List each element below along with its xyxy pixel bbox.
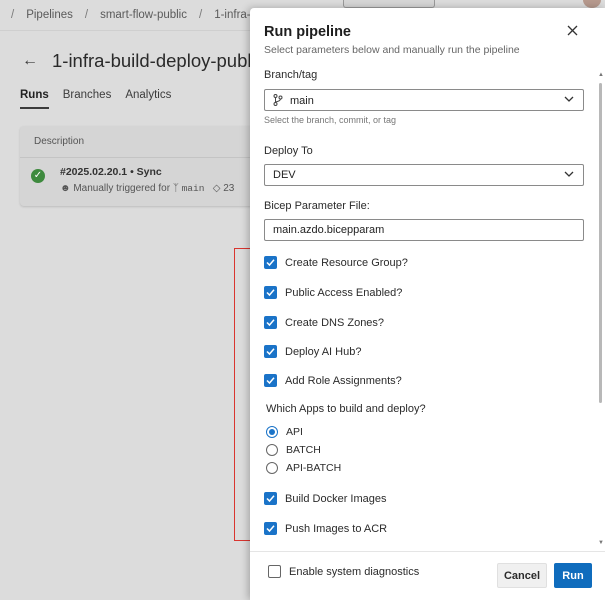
header-search-box[interactable] bbox=[343, 0, 435, 8]
branch-hint: Select the branch, commit, or tag bbox=[264, 115, 397, 125]
breadcrumb-separator: / bbox=[84, 9, 89, 21]
checkbox-checked-icon[interactable] bbox=[264, 345, 277, 358]
checkbox-enable-diagnostics[interactable]: Enable system diagnostics bbox=[268, 565, 419, 578]
radio-label: API bbox=[286, 426, 303, 438]
checkbox-build-docker-images[interactable]: Build Docker Images bbox=[264, 492, 387, 505]
radio-selected-icon[interactable] bbox=[266, 426, 278, 438]
branch-value: main bbox=[290, 95, 314, 107]
checkbox-checked-icon[interactable] bbox=[264, 256, 277, 269]
branch-select[interactable]: main bbox=[264, 89, 584, 111]
branch-icon: ᛉ bbox=[172, 183, 179, 194]
table-row[interactable]: ✓ #2025.02.20.1 • Sync ☻ Manually trigge… bbox=[20, 158, 260, 204]
checkbox-checked-icon[interactable] bbox=[264, 374, 277, 387]
deploy-value: DEV bbox=[273, 169, 296, 181]
radio-api[interactable]: API bbox=[266, 426, 303, 438]
run-trigger: Manually triggered for bbox=[73, 183, 171, 194]
tab-analytics[interactable]: Analytics bbox=[125, 89, 171, 101]
radio-api-batch[interactable]: API-BATCH bbox=[266, 462, 341, 474]
deploy-label: Deploy To bbox=[264, 145, 313, 157]
checkbox-checked-icon[interactable] bbox=[264, 522, 277, 535]
radio-label: BATCH bbox=[286, 444, 321, 456]
scrollbar-thumb[interactable] bbox=[599, 83, 602, 403]
page-title-text: 1-infra-build-deploy-public bbox=[52, 50, 265, 71]
checkbox-label: Push Images to ACR bbox=[285, 522, 388, 535]
tab-runs[interactable]: Runs bbox=[20, 89, 49, 109]
breadcrumb-item-pipelines[interactable]: Pipelines bbox=[26, 9, 73, 21]
checkbox-label: Add Role Assignments? bbox=[285, 374, 402, 387]
chevron-down-icon bbox=[564, 96, 574, 102]
checkbox-checked-icon[interactable] bbox=[264, 492, 277, 505]
apps-group-label: Which Apps to build and deploy? bbox=[266, 403, 426, 415]
chevron-down-icon bbox=[564, 171, 574, 177]
checkbox-create-resource-group[interactable]: Create Resource Group? bbox=[264, 256, 408, 269]
panel-footer: Enable system diagnostics Cancel Run bbox=[250, 551, 605, 600]
breadcrumb-item-project[interactable]: smart-flow-public bbox=[100, 9, 187, 21]
scroll-down-icon[interactable]: ▼ bbox=[598, 540, 604, 546]
checkbox-add-role-assignments[interactable]: Add Role Assignments? bbox=[264, 374, 402, 387]
close-icon[interactable] bbox=[565, 25, 579, 39]
breadcrumb-separator: / bbox=[199, 9, 203, 21]
checkbox-public-access[interactable]: Public Access Enabled? bbox=[264, 286, 402, 299]
checkbox-label: Public Access Enabled? bbox=[285, 286, 403, 299]
checkbox-label: Enable system diagnostics bbox=[289, 565, 420, 578]
branch-icon bbox=[273, 94, 283, 109]
tab-branches[interactable]: Branches bbox=[63, 89, 112, 101]
breadcrumb-separator: / bbox=[11, 9, 15, 21]
radio-unselected-icon[interactable] bbox=[266, 444, 278, 456]
page-tabs: Runs Branches Analytics bbox=[20, 89, 185, 109]
success-check-icon: ✓ bbox=[31, 169, 45, 183]
run-pipeline-panel: Run pipeline Select parameters below and… bbox=[250, 8, 605, 600]
page-title: ← 1-infra-build-deploy-public bbox=[22, 50, 265, 72]
run-button[interactable]: Run bbox=[554, 563, 592, 588]
checkbox-deploy-ai-hub[interactable]: Deploy AI Hub? bbox=[264, 345, 361, 358]
annotation-bracket bbox=[234, 248, 250, 541]
run-subtitle: ☻ Manually triggered for ᛉ main ◇ 23 bbox=[60, 183, 234, 194]
radio-unselected-icon[interactable] bbox=[266, 462, 278, 474]
scroll-up-icon[interactable]: ▲ bbox=[598, 72, 604, 78]
deploy-select[interactable]: DEV bbox=[264, 164, 584, 186]
radio-batch[interactable]: BATCH bbox=[266, 444, 321, 456]
panel-subtitle: Select parameters below and manually run… bbox=[264, 44, 520, 56]
checkbox-label: Create DNS Zones? bbox=[285, 316, 385, 329]
checkbox-checked-icon[interactable] bbox=[264, 286, 277, 299]
checkbox-label: Deploy AI Hub? bbox=[285, 345, 362, 358]
run-title: #2025.02.20.1 • Sync bbox=[60, 166, 162, 178]
bicep-input[interactable]: main.azdo.bicepparam bbox=[264, 219, 584, 241]
cancel-button[interactable]: Cancel bbox=[497, 563, 547, 588]
bicep-label: Bicep Parameter File: bbox=[264, 200, 370, 212]
back-arrow-icon[interactable]: ← bbox=[22, 52, 38, 70]
checkbox-unchecked-icon[interactable] bbox=[268, 565, 281, 578]
bicep-value: main.azdo.bicepparam bbox=[273, 224, 385, 236]
radio-label: API-BATCH bbox=[286, 462, 342, 474]
person-icon: ☻ bbox=[60, 183, 71, 194]
checkbox-push-images-acr[interactable]: Push Images to ACR bbox=[264, 522, 387, 535]
runs-column-header: Description bbox=[20, 126, 260, 158]
checkbox-label: Create Resource Group? bbox=[285, 256, 408, 269]
checkbox-checked-icon[interactable] bbox=[264, 316, 277, 329]
run-extra: 23 bbox=[223, 183, 235, 194]
branch-label: Branch/tag bbox=[264, 69, 318, 81]
checkbox-label: Build Docker Images bbox=[285, 492, 387, 505]
panel-title: Run pipeline bbox=[264, 24, 351, 40]
run-branch: main bbox=[181, 183, 205, 194]
commit-icon: ◇ bbox=[212, 183, 221, 194]
checkbox-create-dns-zones[interactable]: Create DNS Zones? bbox=[264, 316, 384, 329]
runs-table: Description ✓ #2025.02.20.1 • Sync ☻ Man… bbox=[20, 126, 260, 206]
